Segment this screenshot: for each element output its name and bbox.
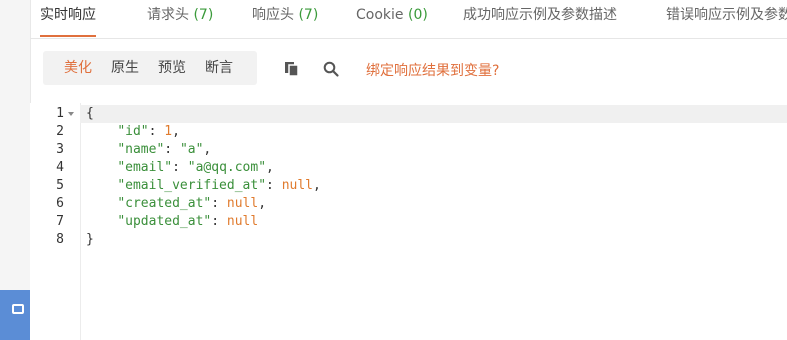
tab-response-headers[interactable]: 响应头 (7) [252, 0, 318, 37]
mode-beautify[interactable]: 美化 [64, 51, 92, 85]
line-number: 2 [56, 124, 64, 139]
line-number: 6 [56, 196, 64, 211]
code-line: "created_at": null, [117, 196, 267, 211]
line-number: 5 [56, 178, 64, 193]
line-number: 8 [56, 232, 64, 247]
line-number: 3 [56, 142, 64, 157]
tab-error-examples[interactable]: 错误响应示例及参数描述 [666, 0, 787, 37]
code-line: "name": "a", [117, 142, 212, 157]
tab-realtime-response[interactable]: 实时响应 [40, 0, 96, 37]
code-line: { [80, 105, 787, 123]
response-code-editor[interactable]: 1 2 3 4 5 6 7 8 { "id": 1, "name": "a", … [30, 103, 787, 340]
format-mode-toolbar: 美化 原生 预览 断言 [43, 51, 257, 85]
code-line: "id": 1, [117, 124, 180, 139]
line-number: 4 [56, 160, 64, 175]
line-number: 7 [56, 214, 64, 229]
left-sidebar-strip [0, 0, 31, 340]
copy-icon[interactable] [283, 60, 301, 78]
code-line: "email": "a@qq.com", [117, 160, 274, 175]
code-content: { "id": 1, "name": "a", "email": "a@qq.c… [80, 103, 787, 340]
mode-assert[interactable]: 断言 [205, 51, 233, 85]
tab-cookie[interactable]: Cookie (0) [356, 0, 428, 37]
fold-toggle-icon[interactable] [68, 112, 74, 116]
line-number-gutter: 1 2 3 4 5 6 7 8 [30, 103, 81, 340]
tab-request-headers[interactable]: 请求头 (7) [147, 0, 213, 37]
code-line: "email_verified_at": null, [117, 178, 321, 193]
code-line: "updated_at": null [117, 214, 259, 229]
mode-raw[interactable]: 原生 [111, 51, 139, 85]
tab-success-examples[interactable]: 成功响应示例及参数描述 [463, 0, 617, 37]
bind-response-to-variable-link[interactable]: 绑定响应结果到变量? [366, 60, 499, 80]
response-tabs: 实时响应 请求头 (7) 响应头 (7) Cookie (0) 成功响应示例及参… [30, 0, 787, 39]
search-icon[interactable] [322, 60, 340, 78]
side-collapse-tab[interactable] [0, 290, 30, 340]
code-line: } [86, 232, 94, 247]
line-number: 1 [56, 106, 64, 121]
mode-preview[interactable]: 预览 [158, 51, 186, 85]
panel-icon [12, 304, 24, 314]
